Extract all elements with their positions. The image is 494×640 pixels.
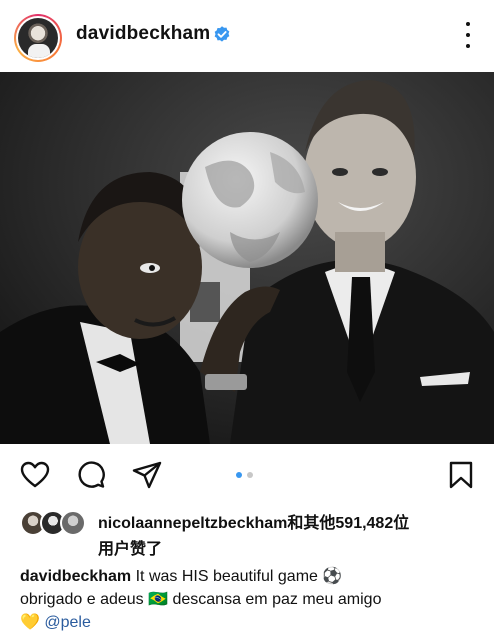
caption-username[interactable]: davidbeckham <box>20 568 131 585</box>
profile-avatar[interactable] <box>14 14 62 62</box>
caption-text-line2: obrigado e adeus 🇧🇷 descansa em paz meu … <box>20 591 382 608</box>
post-image[interactable] <box>0 72 494 444</box>
carousel-indicator <box>236 472 253 478</box>
caption-text-line1: It was HIS beautiful game ⚽ <box>131 568 343 585</box>
username[interactable]: davidbeckham <box>76 23 210 45</box>
caption-text-heart: 💛 <box>20 614 45 631</box>
bookmark-icon[interactable] <box>446 460 476 490</box>
heart-icon[interactable] <box>20 460 50 490</box>
carousel-dot-active <box>236 472 242 478</box>
post-caption: davidbeckham It was HIS beautiful game ⚽… <box>20 565 486 634</box>
send-icon[interactable] <box>132 460 162 490</box>
verified-badge-icon <box>214 26 230 42</box>
post-header: davidbeckham <box>0 0 494 72</box>
post-photo-illustration <box>0 72 494 444</box>
caption-mention[interactable]: @pele <box>44 614 91 631</box>
liker-avatar <box>60 510 86 536</box>
comment-icon[interactable] <box>76 460 106 490</box>
carousel-dot <box>247 472 253 478</box>
liker-avatars[interactable] <box>20 510 90 536</box>
likes-count[interactable]: nicolaannepeltzbeckham和其他591,482位 <box>98 513 488 535</box>
likes-count-suffix: 用户赞了 <box>98 541 163 558</box>
more-options-icon[interactable] <box>464 22 472 48</box>
